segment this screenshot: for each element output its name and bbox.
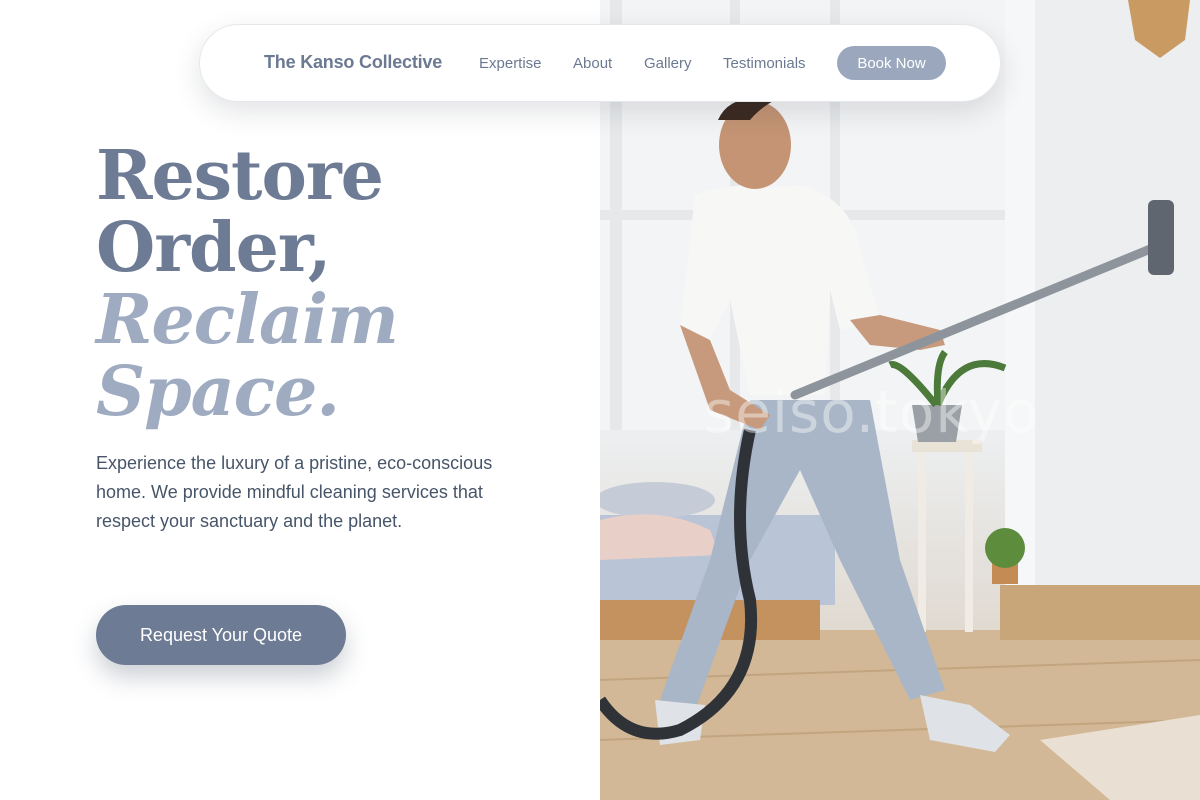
hero-description: Experience the luxury of a pristine, eco… [96, 453, 493, 531]
hero-title-line-2: Order, [96, 208, 331, 288]
nav-link-gallery[interactable]: Gallery [644, 55, 692, 72]
hero-title-line-4: Space. [96, 352, 340, 432]
hero-title-line-3: Reclaim [96, 280, 399, 360]
image-watermark: seiso.tokyo [704, 378, 1040, 446]
hero-title-line-1: Restore [96, 136, 384, 216]
request-quote-button[interactable]: Request Your Quote [96, 605, 346, 665]
top-nav: The Kanso Collective Expertise About Gal… [199, 24, 1001, 102]
hero-photo: seiso.tokyo [600, 0, 1200, 800]
nav-link-expertise[interactable]: Expertise [479, 55, 542, 72]
brand-logo[interactable]: The Kanso Collective [264, 52, 442, 73]
nav-link-testimonials[interactable]: Testimonials [723, 55, 806, 72]
hero-title: Restore Order, Reclaim Space. [96, 136, 399, 432]
book-now-button[interactable]: Book Now [837, 46, 946, 80]
nav-link-about[interactable]: About [573, 55, 612, 72]
